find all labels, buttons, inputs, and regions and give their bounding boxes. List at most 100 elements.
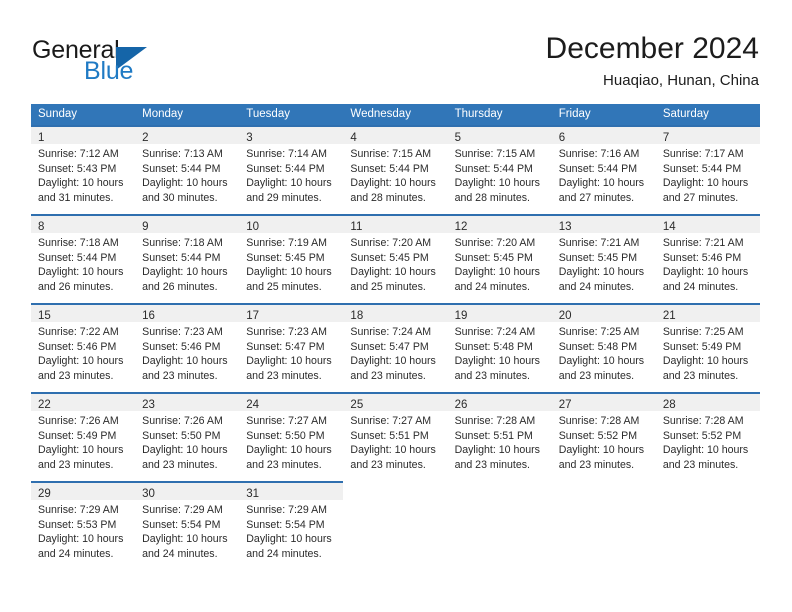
sunset-time: Sunset: 5:45 PM bbox=[558, 251, 638, 264]
calendar-body: 1 Sunrise: 7:12 AM Sunset: 5:43 PM Daylight… bbox=[31, 125, 760, 570]
daylight-duration-line1: Daylight: 10 hours bbox=[662, 355, 749, 368]
sunset-time: Sunset: 5:47 PM bbox=[246, 340, 325, 353]
day-number: 1 bbox=[38, 132, 45, 144]
day-cell[interactable]: 16 Sunrise: 7:23 AM Sunset: 5:46 PM Dayligh… bbox=[135, 303, 240, 392]
day-cell[interactable]: 2 Sunrise: 7:13 AM Sunset: 5:44 PM Daylight… bbox=[135, 125, 240, 214]
day-cell[interactable]: 11 Sunrise: 7:20 AM Sunset: 5:45 PM Dayligh… bbox=[343, 214, 448, 303]
day-cell[interactable]: 4 Sunrise: 7:15 AM Sunset: 5:44 PM Daylight… bbox=[343, 125, 448, 214]
sunset-time: Sunset: 5:48 PM bbox=[558, 340, 638, 353]
day-details: Sunrise: 7:24 AM Sunset: 5:48 PM Daylight:… bbox=[448, 322, 552, 383]
sunset-time: Sunset: 5:48 PM bbox=[454, 340, 533, 353]
day-cell[interactable]: 10 Sunrise: 7:19 AM Sunset: 5:45 PM Dayligh… bbox=[239, 214, 344, 303]
day-cell[interactable]: 15 Sunrise: 7:22 AM Sunset: 5:46 PM Dayligh… bbox=[31, 303, 136, 392]
daylight-duration-line1: Daylight: 10 hours bbox=[38, 533, 124, 546]
sunrise-time: Sunrise: 7:12 AM bbox=[38, 148, 119, 160]
day-cell[interactable]: 17 Sunrise: 7:23 AM Sunset: 5:47 PM Dayligh… bbox=[239, 303, 344, 392]
daylight-duration-line2: and 24 minutes. bbox=[142, 547, 218, 560]
daylight-duration-line1: Daylight: 10 hours bbox=[142, 177, 228, 190]
day-number-band: 17 bbox=[239, 305, 344, 322]
day-cell[interactable]: 21 Sunrise: 7:25 AM Sunset: 5:49 PM Dayligh… bbox=[655, 303, 760, 392]
day-cell[interactable]: 31 Sunrise: 7:29 AM Sunset: 5:54 PM Dayligh… bbox=[239, 481, 344, 570]
calendar-week-row: 8 Sunrise: 7:18 AM Sunset: 5:44 PM Daylight… bbox=[31, 214, 760, 303]
day-cell[interactable]: 5 Sunrise: 7:15 AM Sunset: 5:44 PM Daylight… bbox=[447, 125, 552, 214]
day-cell[interactable]: 22 Sunrise: 7:26 AM Sunset: 5:49 PM Dayligh… bbox=[31, 392, 136, 481]
day-number-band: 13 bbox=[551, 216, 656, 233]
daylight-duration-line2: and 24 minutes. bbox=[558, 280, 635, 293]
daylight-duration-line1: Daylight: 10 hours bbox=[38, 444, 124, 457]
day-number-band: 23 bbox=[135, 394, 240, 411]
day-cell[interactable]: 6 Sunrise: 7:16 AM Sunset: 5:44 PM Daylight… bbox=[551, 125, 656, 214]
daylight-duration-line2: and 29 minutes. bbox=[246, 191, 322, 204]
daylight-duration-line1: Daylight: 10 hours bbox=[662, 177, 749, 190]
daylight-duration-line2: and 24 minutes. bbox=[454, 280, 530, 293]
day-cell[interactable]: 24 Sunrise: 7:27 AM Sunset: 5:50 PM Dayligh… bbox=[239, 392, 344, 481]
calendar-day-cell: 6 Sunrise: 7:16 AM Sunset: 5:44 PM Daylight… bbox=[551, 125, 656, 214]
brand-logo[interactable]: General Blue bbox=[32, 36, 212, 88]
calendar-day-cell: 25 Sunrise: 7:27 AM Sunset: 5:51 PM Dayligh… bbox=[343, 392, 448, 481]
calendar-day-cell: 7 Sunrise: 7:17 AM Sunset: 5:44 PM Daylight… bbox=[655, 125, 760, 214]
day-cell[interactable]: 18 Sunrise: 7:24 AM Sunset: 5:47 PM Dayligh… bbox=[343, 303, 448, 392]
sunrise-time: Sunrise: 7:23 AM bbox=[142, 326, 223, 338]
day-number-band: 12 bbox=[447, 216, 552, 233]
sunset-time: Sunset: 5:46 PM bbox=[38, 340, 117, 353]
weekday-header-sunday: Sunday bbox=[31, 104, 136, 125]
day-cell[interactable]: 26 Sunrise: 7:28 AM Sunset: 5:51 PM Dayligh… bbox=[447, 392, 552, 481]
day-cell[interactable]: 9 Sunrise: 7:18 AM Sunset: 5:44 PM Daylight… bbox=[135, 214, 240, 303]
day-cell[interactable]: 13 Sunrise: 7:21 AM Sunset: 5:45 PM Dayligh… bbox=[551, 214, 656, 303]
day-cell[interactable]: 19 Sunrise: 7:24 AM Sunset: 5:48 PM Dayligh… bbox=[447, 303, 552, 392]
day-number: 15 bbox=[38, 310, 51, 322]
calendar-day-cell: 29 Sunrise: 7:29 AM Sunset: 5:53 PM Dayligh… bbox=[31, 481, 136, 570]
day-number: 7 bbox=[662, 132, 670, 144]
daylight-duration-line2: and 23 minutes. bbox=[662, 369, 739, 382]
daylight-duration-line1: Daylight: 10 hours bbox=[246, 355, 332, 368]
sunset-time: Sunset: 5:45 PM bbox=[246, 251, 325, 264]
day-details: Sunrise: 7:22 AM Sunset: 5:46 PM Daylight:… bbox=[31, 322, 135, 383]
calendar-day-cell: 31 Sunrise: 7:29 AM Sunset: 5:54 PM Dayligh… bbox=[239, 481, 344, 570]
day-number-band: 14 bbox=[655, 216, 760, 233]
sunrise-sunset-calendar: Sunday Monday Tuesday Wednesday Thursday… bbox=[31, 104, 760, 570]
day-number: 10 bbox=[246, 221, 260, 233]
sunrise-time: Sunrise: 7:15 AM bbox=[350, 148, 432, 160]
day-cell[interactable]: 3 Sunrise: 7:14 AM Sunset: 5:44 PM Daylight… bbox=[239, 125, 344, 214]
empty-day-cell bbox=[655, 481, 760, 570]
calendar-day-cell bbox=[343, 481, 448, 570]
day-cell[interactable]: 20 Sunrise: 7:25 AM Sunset: 5:48 PM Dayligh… bbox=[551, 303, 656, 392]
day-cell[interactable]: 23 Sunrise: 7:26 AM Sunset: 5:50 PM Dayligh… bbox=[135, 392, 240, 481]
sunset-time: Sunset: 5:53 PM bbox=[38, 518, 117, 531]
daylight-duration-line1: Daylight: 10 hours bbox=[38, 355, 124, 368]
day-cell[interactable]: 12 Sunrise: 7:20 AM Sunset: 5:45 PM Dayligh… bbox=[447, 214, 552, 303]
day-cell[interactable]: 25 Sunrise: 7:27 AM Sunset: 5:51 PM Dayligh… bbox=[343, 392, 448, 481]
daylight-duration-line2: and 26 minutes. bbox=[142, 280, 218, 293]
daylight-duration-line1: Daylight: 10 hours bbox=[454, 177, 540, 190]
daylight-duration-line1: Daylight: 10 hours bbox=[558, 355, 645, 368]
day-number: 11 bbox=[350, 221, 363, 233]
calendar-day-cell: 27 Sunrise: 7:28 AM Sunset: 5:52 PM Dayligh… bbox=[551, 392, 656, 481]
sunset-time: Sunset: 5:45 PM bbox=[454, 251, 533, 264]
sunrise-time: Sunrise: 7:18 AM bbox=[142, 237, 223, 249]
daylight-duration-line2: and 31 minutes. bbox=[38, 191, 114, 204]
calendar-day-cell: 28 Sunrise: 7:28 AM Sunset: 5:52 PM Dayligh… bbox=[655, 392, 760, 481]
day-cell[interactable]: 28 Sunrise: 7:28 AM Sunset: 5:52 PM Dayligh… bbox=[655, 392, 760, 481]
daylight-duration-line2: and 24 minutes. bbox=[246, 547, 322, 560]
day-cell[interactable]: 1 Sunrise: 7:12 AM Sunset: 5:43 PM Daylight… bbox=[31, 125, 136, 214]
calendar-day-cell: 24 Sunrise: 7:27 AM Sunset: 5:50 PM Dayligh… bbox=[239, 392, 344, 481]
day-number: 12 bbox=[454, 221, 468, 233]
day-cell[interactable]: 27 Sunrise: 7:28 AM Sunset: 5:52 PM Dayligh… bbox=[551, 392, 656, 481]
daylight-duration-line2: and 23 minutes. bbox=[350, 458, 426, 471]
calendar-day-cell: 13 Sunrise: 7:21 AM Sunset: 5:45 PM Dayligh… bbox=[551, 214, 656, 303]
day-cell[interactable]: 30 Sunrise: 7:29 AM Sunset: 5:54 PM Dayligh… bbox=[135, 481, 240, 570]
daylight-duration-line2: and 23 minutes. bbox=[246, 369, 322, 382]
calendar-day-cell: 8 Sunrise: 7:18 AM Sunset: 5:44 PM Daylight… bbox=[31, 214, 136, 303]
day-number: 19 bbox=[454, 310, 468, 322]
sunrise-time: Sunrise: 7:28 AM bbox=[558, 415, 640, 427]
sunset-time: Sunset: 5:45 PM bbox=[350, 251, 429, 264]
day-cell[interactable]: 29 Sunrise: 7:29 AM Sunset: 5:53 PM Dayligh… bbox=[31, 481, 136, 570]
day-cell[interactable]: 7 Sunrise: 7:17 AM Sunset: 5:44 PM Daylight… bbox=[655, 125, 760, 214]
calendar-day-cell: 4 Sunrise: 7:15 AM Sunset: 5:44 PM Daylight… bbox=[343, 125, 448, 214]
day-cell[interactable]: 14 Sunrise: 7:21 AM Sunset: 5:46 PM Dayligh… bbox=[655, 214, 760, 303]
day-details: Sunrise: 7:19 AM Sunset: 5:45 PM Daylight:… bbox=[239, 233, 343, 294]
sunset-time: Sunset: 5:46 PM bbox=[142, 340, 221, 353]
day-cell[interactable]: 8 Sunrise: 7:18 AM Sunset: 5:44 PM Daylight… bbox=[31, 214, 136, 303]
calendar-page: General Blue December 2024 Huaqiao, Huna… bbox=[0, 0, 792, 612]
day-details: Sunrise: 7:23 AM Sunset: 5:47 PM Daylight:… bbox=[239, 322, 343, 383]
